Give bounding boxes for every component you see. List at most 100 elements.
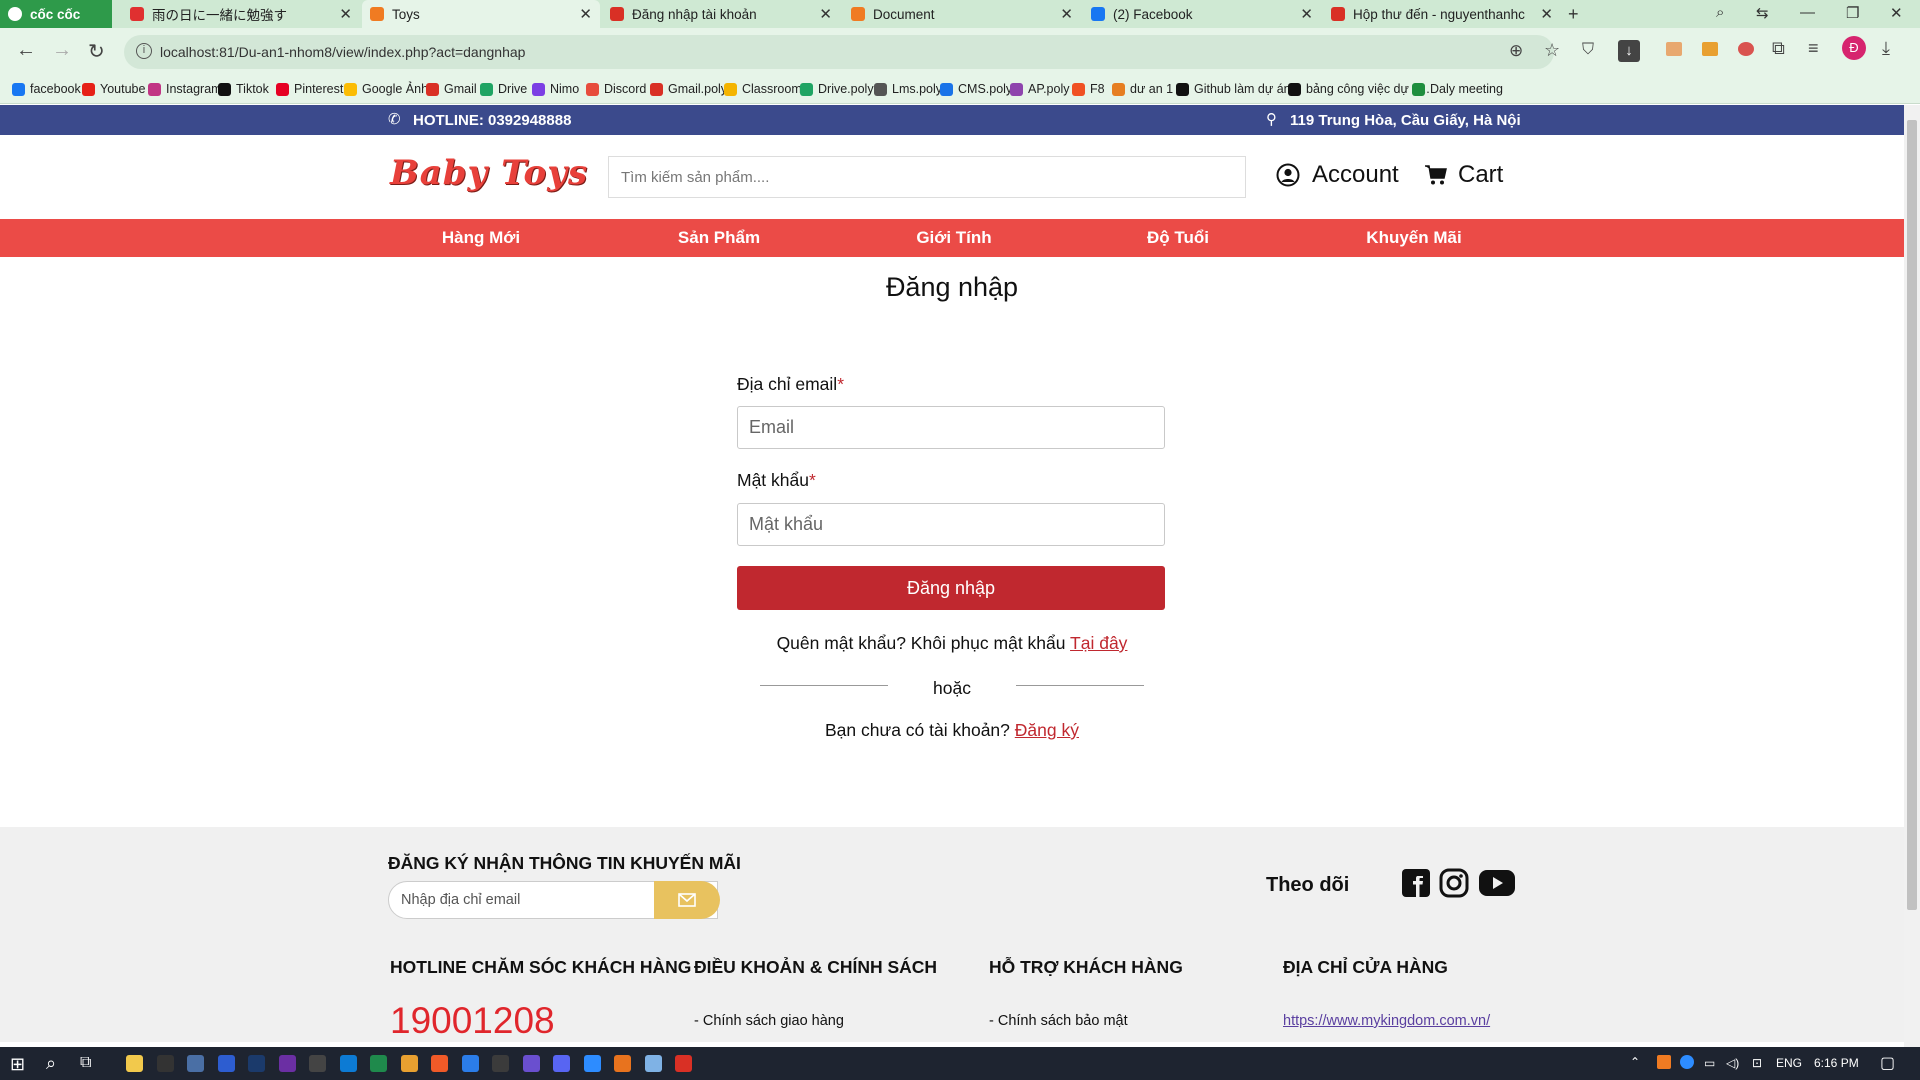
menu-item-new[interactable]: Hàng Mới bbox=[442, 228, 520, 248]
bookmark-item[interactable]: Gmail bbox=[426, 82, 477, 96]
tray-app-icon[interactable] bbox=[1657, 1055, 1671, 1069]
taskbar-app-icon[interactable] bbox=[248, 1055, 265, 1072]
taskbar-app-icon[interactable] bbox=[492, 1055, 509, 1072]
taskbar-app-icon[interactable] bbox=[370, 1055, 387, 1072]
bookmark-item[interactable]: Discord bbox=[586, 82, 646, 96]
forgot-password-link[interactable]: Tại đây bbox=[1070, 633, 1127, 653]
newsletter-submit-button[interactable] bbox=[654, 881, 720, 919]
taskbar-app-icon[interactable] bbox=[675, 1055, 692, 1072]
zoom-icon[interactable]: ⊕ bbox=[1509, 41, 1523, 61]
browser-tab[interactable]: Document ✕ bbox=[843, 0, 1081, 28]
reload-icon[interactable]: ↻ bbox=[88, 39, 105, 64]
bookmark-item[interactable]: Daly meeting bbox=[1412, 82, 1503, 96]
youtube-icon[interactable] bbox=[1478, 867, 1516, 899]
taskbar-app-icon[interactable] bbox=[431, 1055, 448, 1072]
forward-icon[interactable]: → bbox=[52, 39, 72, 62]
password-field[interactable] bbox=[737, 503, 1165, 546]
network-icon[interactable]: ⊡ bbox=[1752, 1056, 1762, 1070]
taskbar-app-icon[interactable] bbox=[339, 1055, 357, 1072]
browser-tab[interactable]: Hộp thư đến - nguyenthanhc ✕ bbox=[1323, 0, 1561, 28]
back-arrow-icon[interactable]: ⇆ bbox=[1756, 4, 1769, 22]
taskbar-app-icon[interactable] bbox=[644, 1055, 662, 1072]
bookmark-item[interactable]: Gmail.poly bbox=[650, 82, 727, 96]
close-window-icon[interactable]: ✕ bbox=[1890, 4, 1903, 22]
email-field[interactable] bbox=[737, 406, 1165, 449]
account-link[interactable]: Account bbox=[1276, 161, 1399, 189]
taskbar-app-icon[interactable] bbox=[278, 1055, 296, 1072]
taskbar-app-icon[interactable] bbox=[309, 1055, 326, 1072]
bookmark-item[interactable]: Nimo bbox=[532, 82, 579, 96]
back-icon[interactable]: ← bbox=[16, 39, 36, 62]
page-scrollbar[interactable] bbox=[1904, 105, 1920, 1047]
windows-start-icon[interactable]: ⊞ bbox=[10, 1054, 25, 1075]
taskbar-app-icon[interactable] bbox=[217, 1055, 235, 1072]
taskbar-app-icon[interactable] bbox=[461, 1055, 479, 1072]
taskbar-app-icon[interactable] bbox=[126, 1055, 143, 1072]
notifications-icon[interactable]: ▢ bbox=[1880, 1053, 1895, 1073]
task-view-icon[interactable]: ⧉ bbox=[80, 1054, 91, 1072]
instagram-icon[interactable] bbox=[1438, 867, 1470, 899]
facebook-icon[interactable] bbox=[1400, 867, 1432, 899]
tab-search-icon[interactable]: ⌕ bbox=[1716, 4, 1724, 21]
address-bar[interactable]: i localhost:81/Du-an1-nhom8/view/index.p… bbox=[124, 35, 1640, 69]
extension-icon[interactable] bbox=[1738, 42, 1754, 56]
bookmark-item[interactable]: Instagram bbox=[148, 82, 222, 96]
bookmark-item[interactable]: dư an 1 bbox=[1112, 82, 1173, 96]
tray-chevron-icon[interactable]: ⌃ bbox=[1630, 1055, 1640, 1069]
bookmark-item[interactable]: Drive.poly bbox=[800, 82, 874, 96]
taskbar-app-icon[interactable] bbox=[553, 1055, 570, 1072]
browser-tab[interactable]: (2) Facebook ✕ bbox=[1083, 0, 1321, 28]
extension-icon[interactable] bbox=[1666, 42, 1682, 56]
extension-icon[interactable] bbox=[1702, 42, 1718, 56]
bookmark-item[interactable]: bảng công việc dự á... bbox=[1288, 82, 1430, 96]
bookmark-item[interactable]: F8 bbox=[1072, 82, 1105, 96]
scrollbar-thumb[interactable] bbox=[1907, 120, 1917, 910]
close-tab-icon[interactable]: ✕ bbox=[1540, 5, 1553, 23]
clock[interactable]: 6:16 PM bbox=[1814, 1056, 1859, 1070]
shield-icon[interactable]: ⛉ bbox=[1582, 41, 1594, 59]
bookmark-item[interactable]: Drive bbox=[480, 82, 527, 96]
menu-item-gender[interactable]: Giới Tính bbox=[916, 228, 991, 248]
site-logo[interactable]: Baby Toys bbox=[390, 153, 588, 193]
close-tab-icon[interactable]: ✕ bbox=[1300, 5, 1313, 23]
bookmark-item[interactable]: Tiktok bbox=[218, 82, 269, 96]
browser-tab[interactable]: Toys ✕ bbox=[362, 0, 600, 28]
menu-item-promotions[interactable]: Khuyến Mãi bbox=[1366, 228, 1461, 248]
footer-shipping-policy-link[interactable]: - Chính sách giao hàng bbox=[694, 1013, 844, 1029]
bookmark-item[interactable]: Github làm dự án 1 bbox=[1176, 82, 1301, 96]
browser-tab[interactable]: 雨の日に一緒に勉強す ✕ bbox=[122, 0, 360, 28]
minimize-icon[interactable]: — bbox=[1800, 4, 1815, 21]
bookmark-item[interactable]: Lms.poly bbox=[874, 82, 942, 96]
close-tab-icon[interactable]: ✕ bbox=[339, 5, 352, 23]
close-tab-icon[interactable]: ✕ bbox=[579, 5, 592, 23]
browser-brand-button[interactable]: cốc cốc bbox=[0, 0, 112, 28]
bookmark-star-icon[interactable]: ☆ bbox=[1544, 40, 1560, 61]
taskbar-app-icon[interactable] bbox=[522, 1055, 540, 1072]
playlist-icon[interactable]: ≡ bbox=[1808, 38, 1819, 59]
taskbar-app-icon[interactable] bbox=[614, 1055, 631, 1072]
bookmark-item[interactable]: Pinterest bbox=[276, 82, 343, 96]
profile-avatar[interactable]: Đ bbox=[1842, 36, 1866, 60]
login-button[interactable]: Đăng nhập bbox=[737, 566, 1165, 610]
browser-tab[interactable]: Đăng nhập tài khoản ✕ bbox=[602, 0, 840, 28]
footer-store-link[interactable]: https://www.mykingdom.com.vn/ bbox=[1283, 1013, 1490, 1029]
taskbar-app-icon[interactable] bbox=[187, 1055, 204, 1072]
taskbar-app-icon[interactable] bbox=[583, 1055, 601, 1072]
bookmark-item[interactable]: CMS.poly bbox=[940, 82, 1012, 96]
register-link[interactable]: Đăng ký bbox=[1015, 720, 1079, 740]
cart-link[interactable]: Cart bbox=[1424, 161, 1503, 189]
menu-item-age[interactable]: Độ Tuổi bbox=[1147, 228, 1209, 248]
language-indicator[interactable]: ENG bbox=[1776, 1056, 1802, 1070]
footer-privacy-policy-link[interactable]: - Chính sách bảo mật bbox=[989, 1013, 1128, 1029]
site-info-icon[interactable]: i bbox=[136, 43, 152, 59]
close-tab-icon[interactable]: ✕ bbox=[1060, 5, 1073, 23]
downloads-icon[interactable]: ⤓ bbox=[1882, 38, 1890, 59]
search-input[interactable] bbox=[608, 156, 1246, 198]
download-icon[interactable]: ↓ bbox=[1618, 40, 1640, 62]
bookmark-item[interactable]: Youtube bbox=[82, 82, 145, 96]
volume-icon[interactable]: ◁) bbox=[1726, 1056, 1739, 1070]
taskbar-app-icon[interactable] bbox=[156, 1055, 174, 1072]
puzzle-extensions-icon[interactable]: ⧉ bbox=[1772, 38, 1785, 59]
new-tab-plus-icon[interactable]: + bbox=[1568, 4, 1579, 25]
close-tab-icon[interactable]: ✕ bbox=[819, 5, 832, 23]
